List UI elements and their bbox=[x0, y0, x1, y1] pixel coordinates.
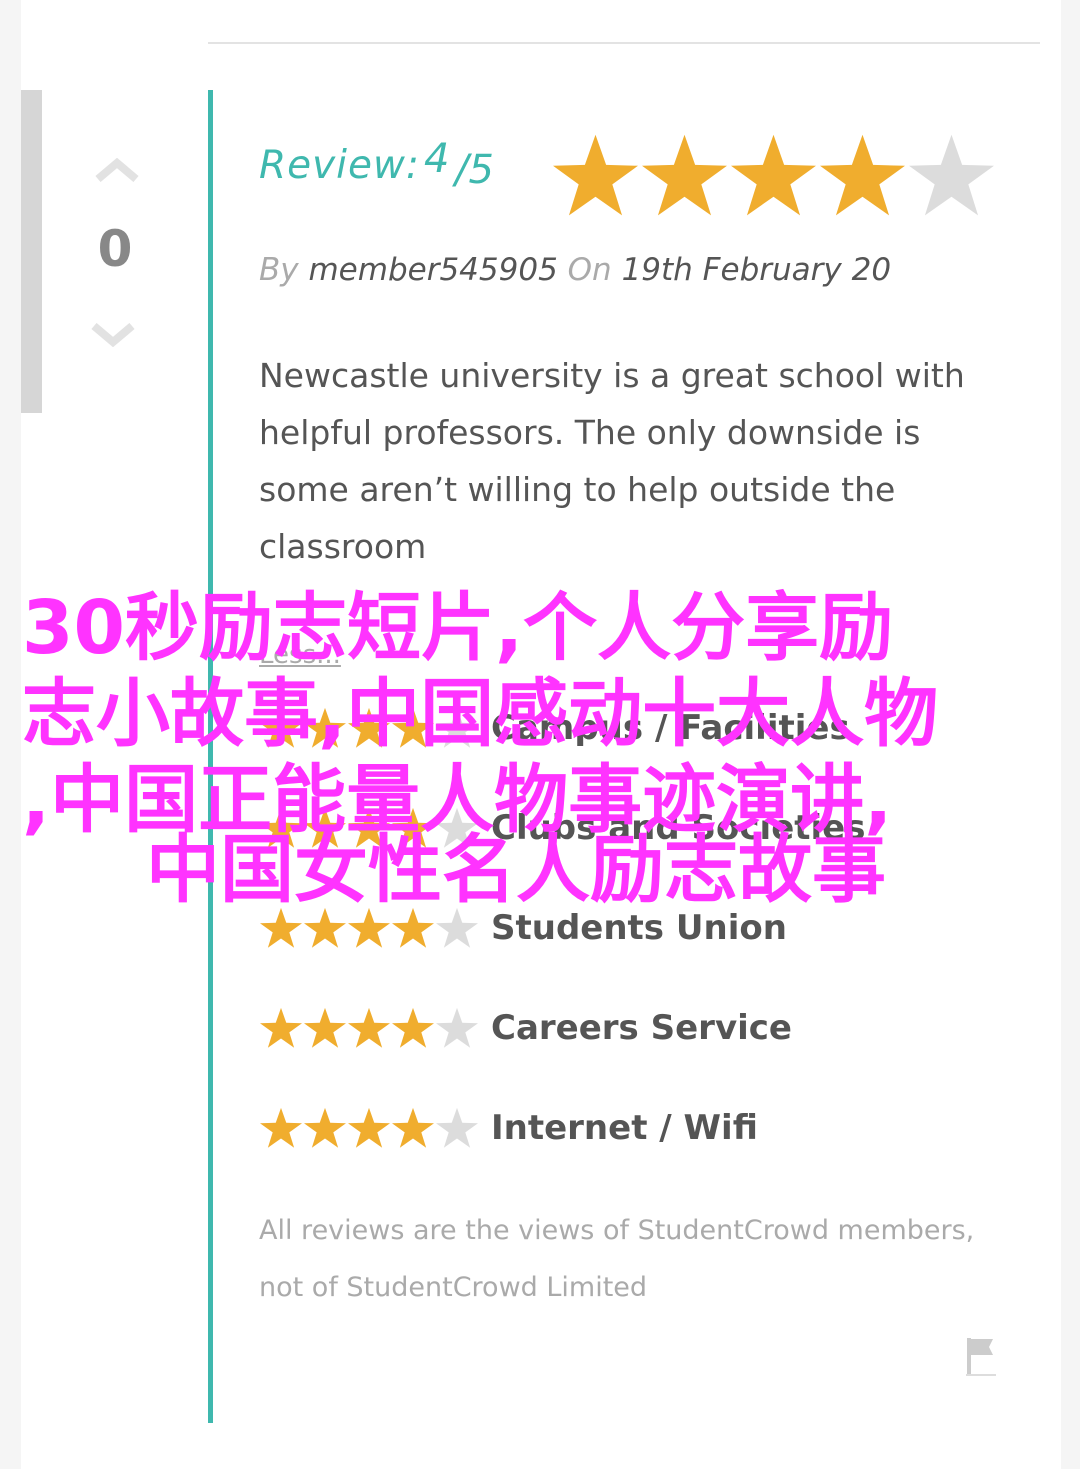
on-label: On bbox=[567, 252, 612, 288]
chevron-down-icon bbox=[91, 323, 135, 347]
category-rating-row: Internet / Wifi bbox=[259, 1100, 758, 1156]
star-empty-icon bbox=[436, 1007, 478, 1048]
category-rating-row: Clubs and Societies bbox=[259, 800, 865, 856]
category-name: Careers Service bbox=[491, 1008, 792, 1048]
category-star-rating bbox=[259, 907, 479, 949]
category-star-rating bbox=[259, 807, 479, 849]
star-filled-icon bbox=[304, 907, 346, 948]
star-filled-icon bbox=[392, 1007, 434, 1048]
star-filled-icon bbox=[260, 707, 302, 748]
star-filled-icon bbox=[553, 134, 638, 216]
star-empty-icon bbox=[436, 907, 478, 948]
star-filled-icon bbox=[260, 807, 302, 848]
vote-count: 0 bbox=[97, 220, 133, 278]
byline: By member545905 On 19th February 20 bbox=[259, 252, 891, 288]
overall-star-rating bbox=[551, 133, 996, 218]
star-filled-icon bbox=[348, 1007, 390, 1048]
star-empty-icon bbox=[436, 1107, 478, 1148]
star-filled-icon bbox=[731, 134, 816, 216]
category-star-rating bbox=[259, 1007, 479, 1049]
category-name: Students Union bbox=[491, 908, 787, 948]
star-filled-icon bbox=[348, 707, 390, 748]
star-filled-icon bbox=[642, 134, 727, 216]
flag-underline bbox=[966, 1374, 996, 1376]
star-filled-icon bbox=[304, 1107, 346, 1148]
vote-bar bbox=[21, 90, 42, 413]
downvote-button[interactable] bbox=[91, 315, 135, 355]
report-button[interactable] bbox=[963, 1334, 997, 1378]
category-star-rating bbox=[259, 707, 479, 749]
star-empty-icon bbox=[436, 707, 478, 748]
category-rating-row: Careers Service bbox=[259, 1000, 792, 1056]
star-filled-icon bbox=[392, 807, 434, 848]
category-name: Internet / Wifi bbox=[491, 1108, 758, 1148]
by-label: By bbox=[259, 252, 299, 288]
star-filled-icon bbox=[392, 1107, 434, 1148]
author-name[interactable]: member545905 bbox=[308, 252, 557, 288]
star-filled-icon bbox=[820, 134, 905, 216]
review-date: 19th February 20 bbox=[621, 252, 892, 288]
review-body: Newcastle university is a great school w… bbox=[259, 356, 965, 566]
star-empty-icon bbox=[909, 134, 994, 216]
star-filled-icon bbox=[348, 807, 390, 848]
review-score: 4 bbox=[424, 136, 450, 182]
star-filled-icon bbox=[260, 907, 302, 948]
less-link[interactable]: Less... bbox=[259, 640, 341, 670]
category-name: Campus / Facilities bbox=[491, 708, 850, 748]
chevron-up-icon bbox=[95, 158, 139, 182]
category-rating-row: Campus / Facilities bbox=[259, 700, 850, 756]
divider bbox=[208, 42, 1040, 44]
star-filled-icon bbox=[392, 707, 434, 748]
star-filled-icon bbox=[392, 907, 434, 948]
star-filled-icon bbox=[304, 807, 346, 848]
star-filled-icon bbox=[304, 1007, 346, 1048]
accent-line bbox=[208, 90, 213, 1423]
category-name: Clubs and Societies bbox=[491, 808, 866, 848]
star-filled-icon bbox=[348, 1107, 390, 1148]
category-star-rating bbox=[259, 1107, 479, 1149]
star-filled-icon bbox=[304, 707, 346, 748]
review-label: Review: bbox=[259, 143, 421, 188]
star-filled-icon bbox=[260, 1007, 302, 1048]
review-max: /5 bbox=[455, 147, 494, 193]
flag-icon bbox=[967, 1338, 993, 1374]
star-empty-icon bbox=[436, 807, 478, 848]
category-rating-row: Students Union bbox=[259, 900, 787, 956]
star-filled-icon bbox=[348, 907, 390, 948]
upvote-button[interactable] bbox=[95, 150, 139, 190]
disclaimer: All reviews are the views of StudentCrow… bbox=[259, 1215, 975, 1303]
star-filled-icon bbox=[260, 1107, 302, 1148]
